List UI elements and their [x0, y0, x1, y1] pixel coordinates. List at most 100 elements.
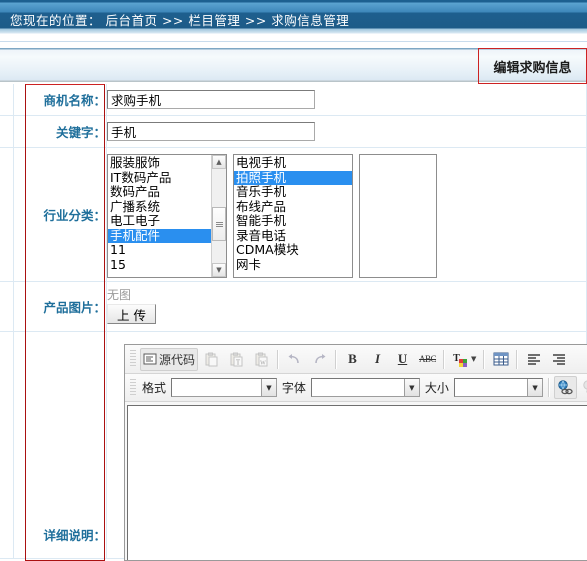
underline-button[interactable]: U — [391, 348, 414, 371]
list-item[interactable]: 11 — [108, 243, 226, 258]
list-item[interactable]: CDMA模块 — [234, 243, 352, 258]
field-business-name — [106, 84, 587, 116]
scroll-down-icon[interactable]: ▼ — [212, 263, 226, 277]
scroll-up-icon[interactable]: ▲ — [212, 155, 226, 169]
list-item[interactable]: 电视手机 — [234, 156, 352, 171]
format-select[interactable]: ▼ — [170, 378, 277, 397]
list-item[interactable]: 布线产品 — [234, 200, 352, 215]
field-product-picture: 无图 上 传 — [106, 281, 587, 332]
list-item[interactable]: 15 — [108, 258, 226, 273]
list-item[interactable]: 音乐手机 — [234, 185, 352, 200]
page-title: 编辑求购信息 — [478, 48, 587, 84]
upload-button[interactable]: 上 传 — [107, 304, 156, 324]
text-color-icon: T — [452, 352, 469, 367]
chevron-down-icon[interactable]: ▼ — [527, 379, 543, 396]
text-color-button[interactable]: T ▼ — [449, 348, 479, 371]
paste-text-button[interactable]: T — [225, 348, 248, 371]
scrollbar-thumb[interactable] — [212, 207, 226, 241]
toolbar-separator — [335, 349, 338, 369]
field-keyword — [106, 115, 587, 148]
format-label: 格式 — [141, 381, 166, 395]
table-row-industry: 行业分类： 服装服饰 IT数码产品 数码产品 广播系统 电工电子 手机配件 11 15 ▲ ▼… — [0, 147, 587, 282]
paste-icon — [204, 352, 219, 367]
editor-toolbar-row-1: 源代码 T W B I U ABC T ▼ — [125, 345, 587, 374]
label-product-picture: 产品图片： — [13, 281, 107, 332]
size-select[interactable]: ▼ — [453, 378, 544, 397]
label-keyword: 关键字： — [13, 115, 107, 148]
toolbar-separator — [443, 349, 446, 369]
redo-button[interactable] — [308, 348, 331, 371]
font-label: 字体 — [281, 381, 306, 395]
strikethrough-icon: ABC — [419, 354, 437, 364]
list-item[interactable]: 智能手机 — [234, 214, 352, 229]
row-gutter — [0, 147, 14, 282]
breadcrumb-bar: 您现在的位置： 后台首页 >> 栏目管理 >> 求购信息管理 — [0, 0, 587, 37]
paste-text-icon: T — [229, 352, 244, 367]
keyword-input[interactable] — [107, 122, 315, 141]
list-item[interactable]: IT数码产品 — [108, 171, 226, 186]
font-select[interactable]: ▼ — [310, 378, 420, 397]
list-item[interactable]: 电工电子 — [108, 214, 226, 229]
size-label: 大小 — [424, 381, 449, 395]
list-item[interactable]: 录音电话 — [234, 229, 352, 244]
table-row-name: 商机名称： — [0, 84, 587, 116]
category-listbox[interactable]: 电视手机 拍照手机 音乐手机 布线产品 智能手机 录音电话 CDMA模块 网卡 — [233, 154, 353, 278]
industry-listbox-scrollbar[interactable]: ▲ ▼ — [211, 155, 226, 277]
bold-icon: B — [348, 351, 357, 366]
field-industry-category: 服装服饰 IT数码产品 数码产品 广播系统 电工电子 手机配件 11 15 ▲ ▼ 电视手机拍… — [106, 147, 587, 282]
toolbar-grip-icon — [130, 378, 136, 397]
paste-button[interactable] — [200, 348, 223, 371]
business-name-input[interactable] — [107, 90, 315, 109]
industry-listbox-group: 服装服饰 IT数码产品 数码产品 广播系统 电工电子 手机配件 11 15 ▲ ▼ 电视手机拍… — [107, 151, 586, 278]
editor-content-area[interactable] — [127, 405, 587, 560]
list-item[interactable]: 网卡 — [234, 258, 352, 273]
bold-button[interactable]: B — [341, 348, 364, 371]
align-right-button[interactable] — [547, 348, 570, 371]
label-industry-category: 行业分类： — [13, 147, 107, 282]
unlink-icon — [582, 380, 587, 395]
align-left-button[interactable] — [522, 348, 545, 371]
row-gutter — [0, 331, 14, 559]
table-row-keyword: 关键字： — [0, 115, 587, 148]
list-item[interactable]: 拍照手机 — [234, 170, 352, 185]
list-item[interactable]: 广播系统 — [108, 200, 226, 215]
unlink-button[interactable] — [579, 376, 587, 399]
list-item[interactable]: 数码产品 — [108, 185, 226, 200]
description-editor[interactable]: 源代码 T W B I U ABC T ▼ 格式 ▼ 字体 ▼ 大小 ▼ — [124, 344, 587, 561]
editor-toolbar-row-2: 格式 ▼ 字体 ▼ 大小 ▼ — [125, 374, 587, 402]
paste-word-button[interactable]: W — [250, 348, 273, 371]
align-left-icon — [526, 352, 542, 366]
list-item[interactable]: 手机配件 — [108, 228, 226, 243]
row-gutter — [0, 84, 14, 116]
label-business-name: 商机名称： — [13, 84, 107, 116]
industry-listbox-items: 服装服饰 IT数码产品 数码产品 广播系统 电工电子 手机配件 11 15 — [108, 155, 226, 272]
link-button[interactable] — [554, 376, 577, 399]
table-icon — [493, 352, 509, 366]
italic-icon: I — [374, 351, 381, 366]
svg-text:W: W — [260, 360, 266, 366]
toolbar-separator — [548, 378, 550, 397]
paste-word-icon: W — [254, 352, 269, 367]
label-description: 详细说明： — [13, 331, 107, 559]
selected-listbox[interactable] — [359, 154, 437, 278]
toolbar-separator — [516, 349, 519, 369]
category-listbox-items: 电视手机 拍照手机 音乐手机 布线产品 智能手机 录音电话 CDMA模块 网卡 — [234, 155, 352, 272]
strikethrough-button[interactable]: ABC — [416, 348, 439, 371]
chevron-down-icon[interactable]: ▼ — [403, 379, 419, 396]
list-item[interactable]: 服装服饰 — [108, 156, 226, 171]
chevron-down-icon[interactable]: ▼ — [260, 379, 276, 396]
toolbar-separator — [483, 349, 486, 369]
toolbar-separator — [277, 349, 280, 369]
industry-listbox[interactable]: 服装服饰 IT数码产品 数码产品 广播系统 电工电子 手机配件 11 15 ▲ ▼ — [107, 154, 227, 278]
link-icon — [557, 380, 574, 395]
row-gutter — [0, 281, 14, 332]
source-code-label: 源代码 — [159, 352, 196, 367]
selected-listbox-items — [360, 155, 436, 156]
chevron-down-icon: ▼ — [471, 354, 477, 363]
source-code-button[interactable]: 源代码 — [140, 347, 199, 371]
breadcrumb: 您现在的位置： 后台首页 >> 栏目管理 >> 求购信息管理 — [10, 13, 350, 28]
toolbar-grip-icon — [130, 350, 136, 368]
italic-button[interactable]: I — [366, 348, 389, 371]
table-button[interactable] — [489, 348, 512, 371]
undo-button[interactable] — [283, 348, 306, 371]
